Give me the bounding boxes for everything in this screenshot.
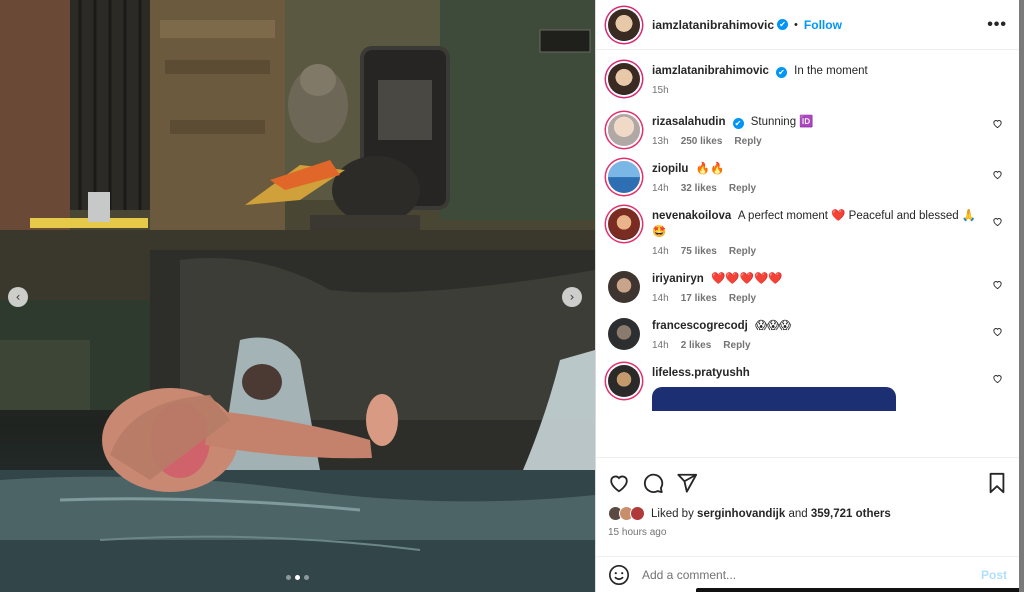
reply-button[interactable]: Reply <box>729 293 756 304</box>
comment-item: francescogrecodj 😱😱😱 14h 2 likes Reply <box>608 304 1007 351</box>
more-options-icon[interactable]: ••• <box>987 16 1007 34</box>
carousel-dot <box>304 575 309 580</box>
comment-item: lifeless.pratyushh <box>608 351 1007 411</box>
commenter-avatar[interactable] <box>608 365 640 397</box>
author-username[interactable]: iamzlatanibrahimovic <box>652 18 774 32</box>
reply-button[interactable]: Reply <box>729 246 756 257</box>
comment-input[interactable] <box>642 567 981 582</box>
like-comment-heart-icon[interactable] <box>992 326 1003 337</box>
verified-badge-icon: ✔ <box>777 19 789 30</box>
comment-likes[interactable]: 17 likes <box>681 293 717 304</box>
reply-button[interactable]: Reply <box>729 183 756 194</box>
reply-button[interactable]: Reply <box>723 340 750 351</box>
comment-likes[interactable]: 75 likes <box>681 246 717 257</box>
post-header: iamzlatanibrahimovic ✔ • Follow ••• <box>596 0 1019 50</box>
comment-item: ziopilu 🔥🔥 14h 32 likes Reply <box>608 147 1007 194</box>
like-comment-heart-icon[interactable] <box>992 216 1003 227</box>
comment-likes[interactable]: 250 likes <box>681 136 723 147</box>
caption-timestamp: 15h <box>652 85 669 96</box>
commenter-avatar[interactable] <box>608 161 640 193</box>
comment-text: 😱😱😱 <box>755 320 792 332</box>
like-heart-icon[interactable] <box>608 472 630 494</box>
previous-image-button[interactable]: ‹ <box>8 287 28 307</box>
comments-list[interactable]: iamzlatanibrahimovic ✔ In the moment 15h … <box>596 51 1019 457</box>
verified-badge-icon: ✔ <box>775 67 787 78</box>
commenter-username[interactable]: lifeless.pratyushh <box>652 367 750 379</box>
liker-avatars[interactable] <box>608 506 645 521</box>
comment-media-preview[interactable] <box>652 387 896 411</box>
commenter-username[interactable]: iriyaniryn <box>652 273 704 285</box>
like-comment-heart-icon[interactable] <box>992 118 1003 129</box>
author-avatar[interactable] <box>608 63 640 95</box>
chevron-right-icon: › <box>569 290 575 304</box>
commenter-username[interactable]: nevenakoilova <box>652 210 731 222</box>
post-actions: Liked by serginhovandijk and 359,721 oth… <box>596 457 1019 538</box>
send-icon[interactable] <box>676 472 698 494</box>
comment-timestamp: 14h <box>652 340 669 351</box>
comment-timestamp: 13h <box>652 136 669 147</box>
commenter-avatar[interactable] <box>608 114 640 146</box>
like-comment-heart-icon[interactable] <box>992 279 1003 290</box>
comment-item: nevenakoilova A perfect moment ❤️ Peacef… <box>608 194 1007 257</box>
follow-button[interactable]: Follow <box>804 18 842 32</box>
post-sidebar: iamzlatanibrahimovic ✔ • Follow ••• iamz… <box>595 0 1024 592</box>
separator-dot: • <box>794 18 798 31</box>
bookmark-icon[interactable] <box>987 472 1007 494</box>
commenter-username[interactable]: ziopilu <box>652 163 688 175</box>
emoji-icon[interactable] <box>608 564 630 586</box>
liked-by-user[interactable]: serginhovandijk <box>697 508 785 520</box>
commenter-avatar[interactable] <box>608 208 640 240</box>
comment-text: Stunning 🆔 <box>750 116 814 128</box>
comment-likes[interactable]: 2 likes <box>681 340 712 351</box>
commenter-username[interactable]: francescogrecodj <box>652 320 748 332</box>
author-avatar[interactable] <box>608 8 640 41</box>
post-caption: iamzlatanibrahimovic ✔ In the moment 15h <box>608 51 1007 96</box>
comment-likes[interactable]: 32 likes <box>681 183 717 194</box>
comment-item: rizasalahudin ✔ Stunning 🆔 13h 250 likes … <box>608 96 1007 147</box>
like-comment-heart-icon[interactable] <box>992 373 1003 384</box>
comment-text: ❤️❤️❤️❤️❤️ <box>710 273 783 285</box>
verified-badge-icon: ✔ <box>732 118 744 129</box>
reply-button[interactable]: Reply <box>734 136 761 147</box>
comment-timestamp: 14h <box>652 183 669 194</box>
next-image-button[interactable]: › <box>562 287 582 307</box>
commenter-avatar[interactable] <box>608 318 640 350</box>
carousel-dot <box>286 575 291 580</box>
comment-icon[interactable] <box>642 472 664 494</box>
photo-illustration <box>0 0 595 592</box>
post-timestamp: 15 hours ago <box>608 527 667 538</box>
commenter-avatar[interactable] <box>608 271 640 303</box>
scroll-bar <box>696 588 1024 592</box>
post-comment-button[interactable]: Post <box>981 568 1007 582</box>
caption-username[interactable]: iamzlatanibrahimovic <box>652 65 769 77</box>
like-comment-heart-icon[interactable] <box>992 169 1003 180</box>
window-edge <box>1019 0 1024 592</box>
caption-text: In the moment <box>794 65 868 77</box>
commenter-username[interactable]: rizasalahudin <box>652 116 726 128</box>
liked-by-middle: and <box>788 507 808 520</box>
post-photo[interactable]: ‹ › <box>0 0 595 592</box>
add-comment-bar: Post <box>596 556 1019 592</box>
carousel-indicator <box>0 575 595 580</box>
liked-by-prefix: Liked by <box>651 507 694 520</box>
comment-text: 🔥🔥 <box>695 163 725 175</box>
comment-timestamp: 14h <box>652 293 669 304</box>
likes-count[interactable]: 359,721 others <box>811 508 891 520</box>
comment-timestamp: 14h <box>652 246 669 257</box>
chevron-left-icon: ‹ <box>15 290 21 304</box>
carousel-dot-active <box>295 575 300 580</box>
comment-item: iriyaniryn ❤️❤️❤️❤️❤️ 14h 17 likes Reply <box>608 257 1007 304</box>
likes-summary: Liked by serginhovandijk and 359,721 oth… <box>608 506 1007 521</box>
